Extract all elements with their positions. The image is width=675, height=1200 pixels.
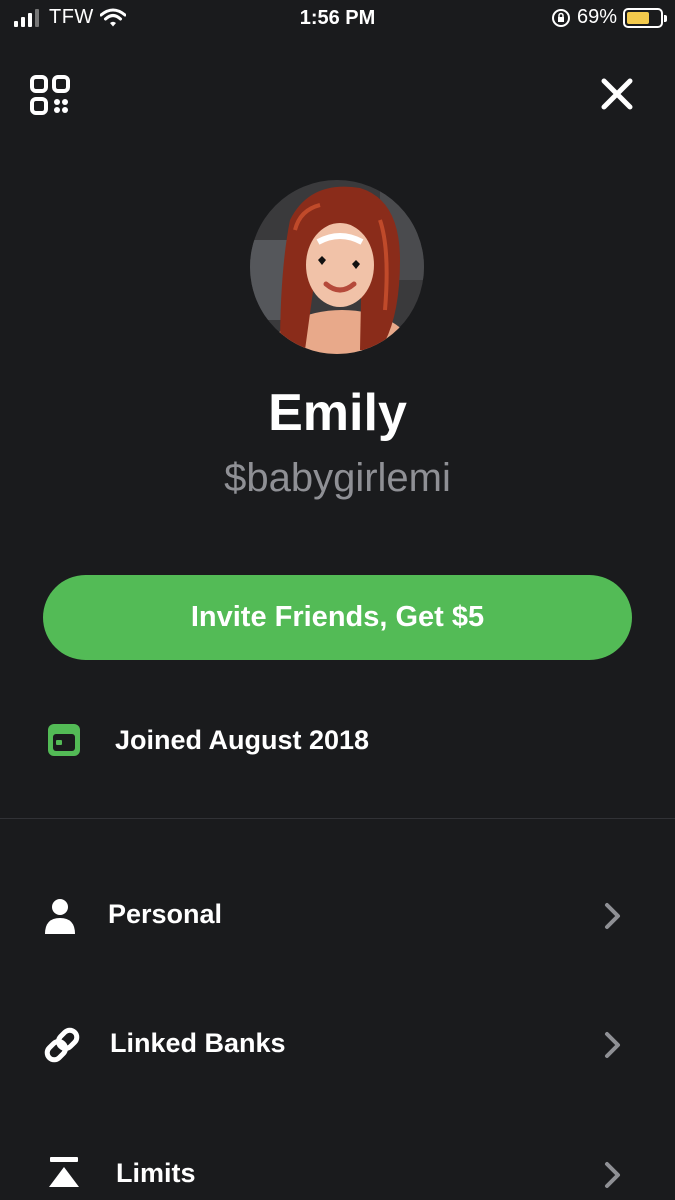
qr-code-icon[interactable] xyxy=(30,75,70,115)
chevron-right-icon xyxy=(605,1032,620,1058)
menu-item-linked-banks[interactable]: Linked Banks xyxy=(0,998,675,1088)
menu-item-limits[interactable]: Limits xyxy=(0,1128,675,1200)
menu-item-label: Personal xyxy=(108,899,223,929)
menu-item-label: Linked Banks xyxy=(110,1028,286,1058)
chevron-right-icon xyxy=(605,903,620,929)
invite-friends-button[interactable]: Invite Friends, Get $5 xyxy=(43,575,632,660)
battery-icon xyxy=(623,7,667,28)
link-icon xyxy=(44,1027,80,1063)
limits-icon xyxy=(49,1157,79,1187)
chevron-right-icon xyxy=(605,1162,620,1188)
profile-name: Emily xyxy=(268,384,407,442)
profile-avatar[interactable] xyxy=(250,180,424,354)
person-icon xyxy=(45,899,75,934)
close-icon[interactable] xyxy=(599,76,635,112)
profile-cashtag: $babygirlemi xyxy=(224,456,451,500)
divider xyxy=(0,818,675,819)
joined-date: Joined August 2018 xyxy=(115,724,370,755)
rotation-lock-icon xyxy=(551,8,570,27)
calendar-icon xyxy=(48,724,80,756)
joined-row: Joined August 2018 xyxy=(46,722,369,758)
menu-item-label: Limits xyxy=(116,1158,196,1188)
menu-item-personal[interactable]: Personal xyxy=(0,869,675,959)
status-right: 69% xyxy=(551,6,667,29)
invite-friends-label: Invite Friends, Get $5 xyxy=(190,601,485,633)
status-bar: TFW 1:56 PM 69% xyxy=(0,0,675,38)
battery-percent: 69% xyxy=(576,6,617,28)
